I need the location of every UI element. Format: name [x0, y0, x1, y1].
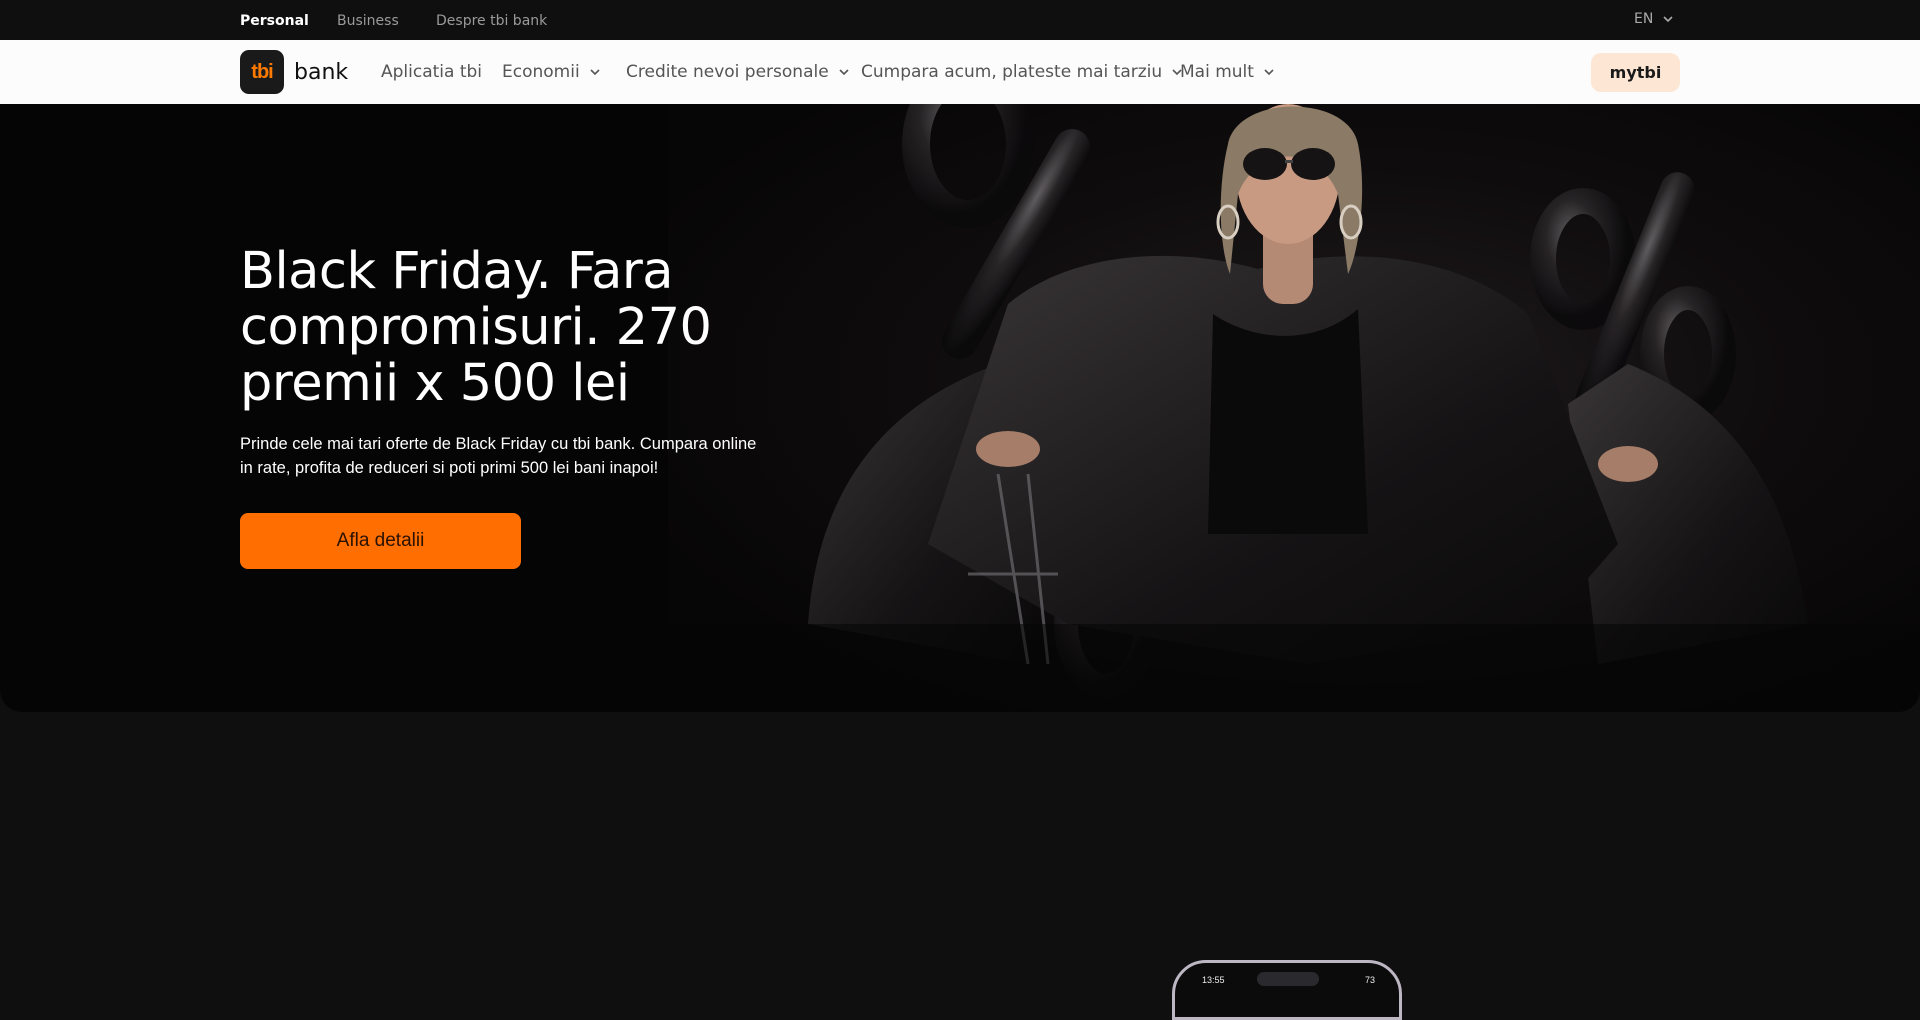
logo-text: bank: [294, 59, 349, 85]
nav-item-label: Economii: [502, 62, 580, 82]
tbi-bank-logo[interactable]: tbi bank: [240, 50, 348, 94]
afla-detalii-button[interactable]: Afla detalii: [240, 513, 521, 569]
phone-mockup: 13:55 73: [1172, 960, 1402, 1020]
nav-item-mai-mult[interactable]: Mai mult: [1180, 61, 1276, 83]
segment-personal[interactable]: Personal: [240, 12, 309, 30]
nav-item-aplicatia[interactable]: Aplicatia tbi: [381, 61, 482, 83]
chevron-down-icon: [1663, 16, 1673, 23]
nav-item-label: Credite nevoi personale: [626, 62, 829, 82]
phone-time: 13:55: [1202, 975, 1225, 985]
nav-item-label: Mai mult: [1180, 62, 1254, 82]
main-navbar: tbi bank Aplicatia tbi Economii Credite …: [0, 40, 1920, 104]
nav-item-label: Aplicatia tbi: [381, 62, 483, 82]
hero-image: [668, 104, 1920, 712]
nav-item-cumpara[interactable]: Cumpara acum, plateste mai tarziu: [861, 61, 1184, 83]
hero-banner: Black Friday. Fara compromisuri. 270 pre…: [0, 104, 1920, 712]
logo-mark: tbi: [240, 50, 284, 94]
chevron-down-icon: [839, 69, 849, 76]
hero-illustration: [668, 104, 1920, 712]
language-selector[interactable]: EN: [1634, 11, 1675, 27]
mytbi-login-button[interactable]: mytbi: [1591, 53, 1680, 92]
battery-icon: 73: [1364, 975, 1375, 985]
nav-item-economii[interactable]: Economii: [502, 61, 602, 83]
segment-business[interactable]: Business: [337, 12, 399, 30]
hero-subtitle: Prinde cele mai tari oferte de Black Fri…: [240, 435, 757, 477]
segment-despre[interactable]: Despre tbi bank: [436, 12, 547, 30]
dynamic-island: [1257, 972, 1319, 986]
hero-title: Black Friday. Fara compromisuri. 270 pre…: [240, 242, 712, 413]
nav-item-credite[interactable]: Credite nevoi personale: [626, 61, 851, 83]
chevron-down-icon: [1264, 69, 1274, 76]
nav-item-label: Cumpara acum, plateste mai tarziu: [861, 62, 1163, 82]
language-label: EN: [1634, 11, 1654, 27]
segment-bar: Personal Business Despre tbi bank EN: [0, 0, 1920, 40]
chevron-down-icon: [590, 69, 600, 76]
